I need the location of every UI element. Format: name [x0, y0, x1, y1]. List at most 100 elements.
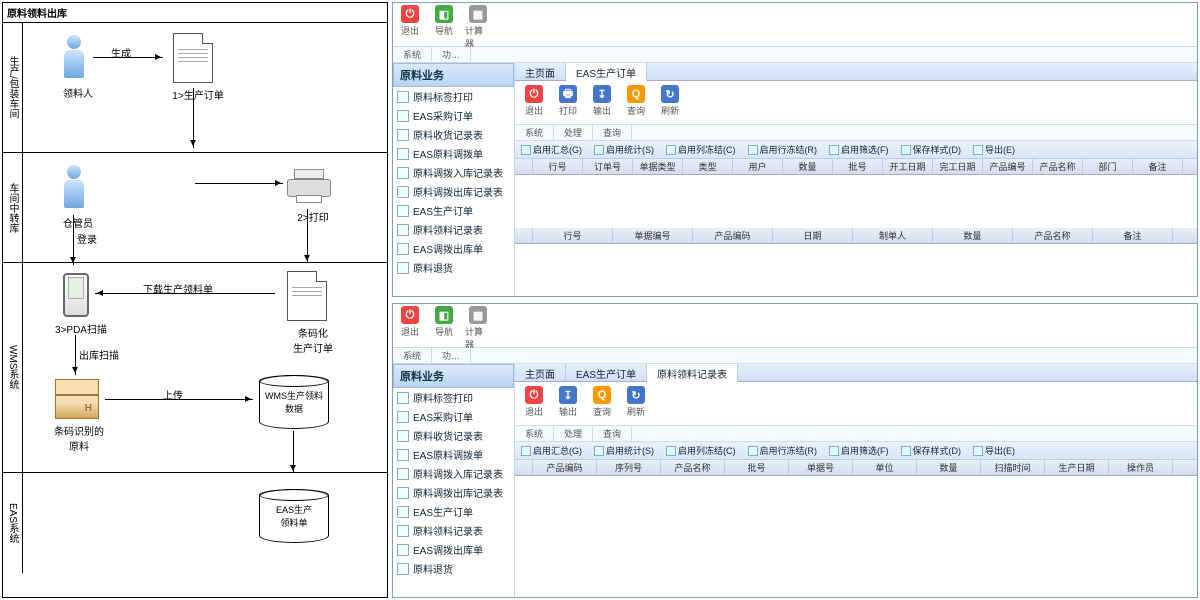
nav-button[interactable]: ◧导航 — [427, 304, 461, 340]
column-header[interactable]: 序列号 — [597, 460, 661, 475]
sidebar-item[interactable]: EAS原料调拨单 — [393, 445, 514, 464]
column-header[interactable]: 用户 — [733, 159, 783, 174]
column-header[interactable]: 单据编号 — [613, 228, 693, 243]
column-header[interactable]: 产品编码 — [693, 228, 773, 243]
row-selector[interactable] — [515, 159, 533, 174]
sidebar-item[interactable]: 原料调拨出库记录表 — [393, 483, 514, 502]
tab-home[interactable]: 主页面 — [515, 364, 566, 381]
export-button[interactable]: ↧输出 — [551, 384, 585, 420]
column-header[interactable]: 制单人 — [853, 228, 933, 243]
filter-option[interactable]: 保存样式(D) — [897, 143, 966, 156]
exit-button[interactable]: ⏻退出 — [393, 304, 427, 340]
sidebar-item[interactable]: 原料调拨入库记录表 — [393, 464, 514, 483]
tab-eas-order[interactable]: EAS生产订单 — [566, 364, 647, 381]
sidebar-item[interactable]: 原料标签打印 — [393, 87, 514, 106]
sidebar-item[interactable]: EAS生产订单 — [393, 502, 514, 521]
row-selector[interactable] — [515, 228, 533, 243]
document-icon — [287, 271, 327, 321]
sidebar-item[interactable]: EAS采购订单 — [393, 407, 514, 426]
column-header[interactable]: 订单号 — [583, 159, 633, 174]
sidebar-item[interactable]: 原料领料记录表 — [393, 521, 514, 540]
filter-option[interactable]: 启用统计(S) — [590, 444, 658, 457]
column-header[interactable]: 批号 — [725, 460, 789, 475]
column-header[interactable]: 类型 — [683, 159, 733, 174]
filter-option[interactable]: 保存样式(D) — [897, 444, 966, 457]
sidebar-item[interactable]: EAS采购订单 — [393, 106, 514, 125]
sidebar-item[interactable]: 原料收货记录表 — [393, 426, 514, 445]
filter-option[interactable]: 启用行冻结(R) — [744, 143, 822, 156]
sidebar-item[interactable]: 原料调拨入库记录表 — [393, 163, 514, 182]
column-header[interactable]: 数量 — [917, 460, 981, 475]
tb-tab-proc[interactable]: 处理 — [554, 426, 593, 441]
calc-button[interactable]: ▦计算器 — [461, 3, 495, 52]
column-header[interactable]: 备注 — [1093, 228, 1173, 243]
print-button[interactable]: 🖶打印 — [551, 83, 585, 119]
column-header[interactable]: 单据类型 — [633, 159, 683, 174]
column-header[interactable]: 数量 — [783, 159, 833, 174]
column-header[interactable]: 产品名称 — [1013, 228, 1093, 243]
column-header[interactable]: 产品名称 — [1033, 159, 1083, 174]
column-header[interactable]: 行号 — [533, 228, 613, 243]
column-header[interactable]: 日期 — [773, 228, 853, 243]
exit-button[interactable]: ⏻退出 — [517, 83, 551, 119]
column-header[interactable]: 操作员 — [1109, 460, 1173, 475]
column-header[interactable]: 完工日期 — [933, 159, 983, 174]
tb-tab-sys[interactable]: 系统 — [515, 426, 554, 441]
sub-tab-system[interactable]: 系统 — [393, 348, 432, 363]
tb-tab-query[interactable]: 查询 — [593, 125, 632, 140]
tb-tab-query[interactable]: 查询 — [593, 426, 632, 441]
sidebar-item[interactable]: 原料领料记录表 — [393, 220, 514, 239]
column-header[interactable]: 批号 — [833, 159, 883, 174]
column-header[interactable]: 单位 — [853, 460, 917, 475]
filter-option[interactable]: 启用行冻结(R) — [744, 444, 822, 457]
sidebar-item[interactable]: 原料退货 — [393, 559, 514, 578]
sidebar-item[interactable]: 原料退货 — [393, 258, 514, 277]
filter-option[interactable]: 启用汇总(G) — [517, 143, 586, 156]
column-header[interactable]: 部门 — [1083, 159, 1133, 174]
filter-option[interactable]: 导出(E) — [969, 143, 1019, 156]
column-header[interactable]: 生产日期 — [1045, 460, 1109, 475]
column-header[interactable]: 开工日期 — [883, 159, 933, 174]
column-header[interactable]: 数量 — [933, 228, 1013, 243]
column-header[interactable]: 单据号 — [789, 460, 853, 475]
tab-home[interactable]: 主页面 — [515, 63, 566, 80]
column-header[interactable]: 产品名称 — [661, 460, 725, 475]
sidebar-item[interactable]: 原料收货记录表 — [393, 125, 514, 144]
tb-tab-sys[interactable]: 系统 — [515, 125, 554, 140]
column-header[interactable]: 行号 — [533, 159, 583, 174]
sub-tab-func[interactable]: 功… — [432, 348, 471, 363]
column-header[interactable]: 产品编号 — [983, 159, 1033, 174]
sub-tab-func[interactable]: 功… — [432, 47, 471, 62]
sidebar-item-label: EAS生产订单 — [413, 203, 473, 218]
refresh-button[interactable]: ↻刷新 — [653, 83, 687, 119]
column-header[interactable]: 备注 — [1133, 159, 1183, 174]
sidebar-item[interactable]: EAS调拨出库单 — [393, 540, 514, 559]
filter-option[interactable]: 启用筛选(F) — [825, 143, 893, 156]
query-button[interactable]: Q查询 — [619, 83, 653, 119]
exit-button[interactable]: ⏻退出 — [393, 3, 427, 39]
calc-button[interactable]: ▦计算器 — [461, 304, 495, 353]
exit-button[interactable]: ⏻退出 — [517, 384, 551, 420]
filter-option[interactable]: 启用统计(S) — [590, 143, 658, 156]
sidebar-item[interactable]: EAS调拨出库单 — [393, 239, 514, 258]
filter-option[interactable]: 启用列冻结(C) — [662, 143, 740, 156]
row-selector[interactable] — [515, 460, 533, 475]
export-button[interactable]: ↧输出 — [585, 83, 619, 119]
sidebar-item[interactable]: EAS原料调拨单 — [393, 144, 514, 163]
column-header[interactable]: 扫描时间 — [981, 460, 1045, 475]
tab-record[interactable]: 原料领料记录表 — [647, 364, 738, 382]
sidebar-item[interactable]: 原料标签打印 — [393, 388, 514, 407]
refresh-button[interactable]: ↻刷新 — [619, 384, 653, 420]
nav-button[interactable]: ◧导航 — [427, 3, 461, 39]
sidebar-item[interactable]: 原料调拨出库记录表 — [393, 182, 514, 201]
filter-option[interactable]: 启用列冻结(C) — [662, 444, 740, 457]
filter-option[interactable]: 导出(E) — [969, 444, 1019, 457]
column-header[interactable]: 产品编码 — [533, 460, 597, 475]
tb-tab-proc[interactable]: 处理 — [554, 125, 593, 140]
sub-tab-system[interactable]: 系统 — [393, 47, 432, 62]
query-button[interactable]: Q查询 — [585, 384, 619, 420]
sidebar-item[interactable]: EAS生产订单 — [393, 201, 514, 220]
filter-option[interactable]: 启用汇总(G) — [517, 444, 586, 457]
filter-option[interactable]: 启用筛选(F) — [825, 444, 893, 457]
tab-eas-order[interactable]: EAS生产订单 — [566, 63, 647, 81]
